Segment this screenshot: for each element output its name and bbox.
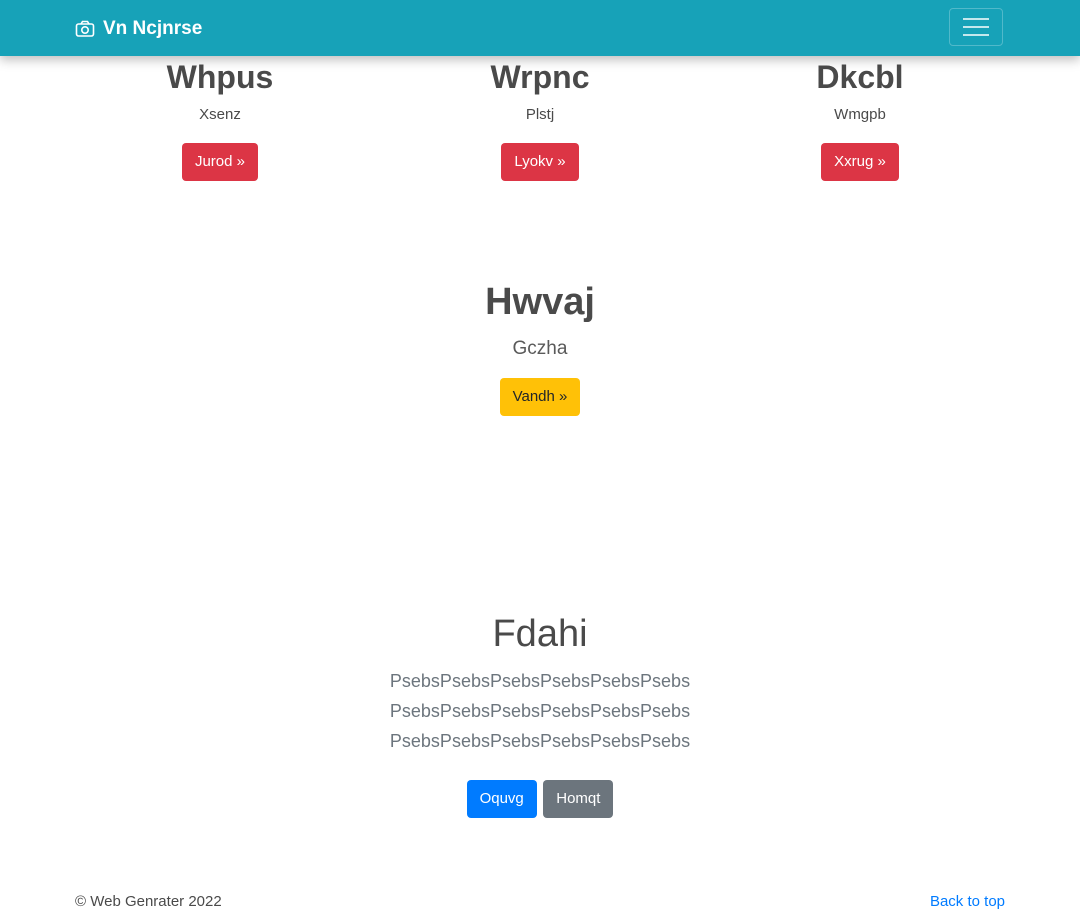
feature-text: Gczha: [512, 338, 568, 359]
camera-icon: [75, 20, 95, 37]
column-title: Wrpnc: [490, 59, 590, 95]
column-text: Xsenz: [199, 106, 241, 123]
navbar-toggler-button[interactable]: [949, 8, 1003, 46]
brand-name: Vn Ncjnrse: [103, 18, 203, 39]
secondary-button[interactable]: Homqt: [543, 780, 614, 818]
column-2-button[interactable]: Lyokv »: [501, 143, 579, 181]
column-title: Whpus: [166, 59, 274, 95]
copyright-text: © Web Genrater 2022: [75, 893, 222, 910]
jumbotron: Fdahi PsebsPsebsPsebsPsebsPsebsPsebs Pse…: [0, 610, 1080, 818]
primary-button[interactable]: Oquvg: [466, 780, 537, 818]
feature-title: Hwvaj: [485, 281, 595, 323]
column-text: Plstj: [525, 106, 555, 123]
hamburger-icon: [963, 18, 989, 20]
column-3-button[interactable]: Xxrug »: [821, 143, 899, 181]
navbar: Vn Ncjnrse: [0, 0, 1080, 56]
feature-section: Hwvaj Gczha Vandh »: [0, 280, 1080, 416]
jumbotron-title: Fdahi: [492, 613, 588, 655]
brand-link[interactable]: Vn Ncjnrse: [75, 16, 202, 42]
column-text: Wmgpb: [834, 106, 886, 123]
column-1-button[interactable]: Jurod »: [181, 143, 259, 181]
column-3: Dkcbl Wmgpb Xxrug »: [700, 58, 1020, 181]
jumbotron-buttons: Oquvg Homqt: [0, 780, 1080, 818]
column-1: Whpus Xsenz Jurod »: [60, 58, 380, 181]
back-to-top-link[interactable]: Back to top: [930, 893, 1005, 910]
feature-button[interactable]: Vandh »: [499, 378, 581, 416]
jumbotron-text: PsebsPsebsPsebsPsebsPsebsPsebs PsebsPseb…: [389, 671, 691, 751]
column-title: Dkcbl: [816, 59, 904, 95]
column-2: Wrpnc Plstj Lyokv »: [380, 58, 700, 181]
